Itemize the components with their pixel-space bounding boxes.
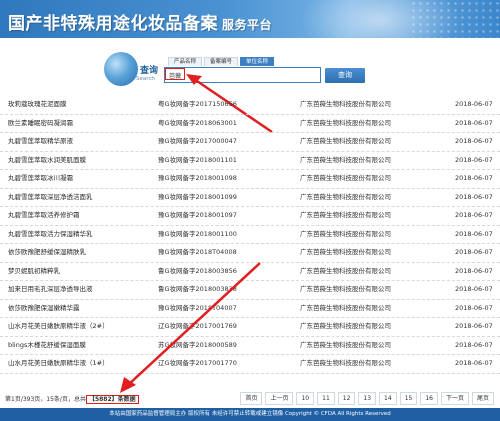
tab-record-number[interactable]: 备案编号 [204, 57, 239, 66]
page-link[interactable]: 下一页 [440, 392, 469, 405]
company-name: 广东芭薇生物科技股份有限公司 [300, 118, 391, 127]
company-name: 广东芭薇生物科技股份有限公司 [300, 285, 391, 293]
company-name: 广东芭薇生物科技股份有限公司 [300, 303, 391, 312]
product-name[interactable]: 欧兰素睡眠密码凝润霜 [8, 115, 148, 133]
table-row[interactable]: 欧兰素睡眠密码凝润霜 粤G妆网备字2018063001 广东芭薇生物科技股份有限公司… [0, 115, 500, 133]
product-name[interactable]: 丸碧雪莲萃取水润美肌面膜 [8, 152, 148, 170]
page-link[interactable]: 12 [337, 392, 356, 405]
record-code: 豫G妆网备字2018001101 [158, 155, 237, 164]
company-name: 广东芭薇生物科技股份有限公司 [300, 359, 391, 367]
product-name[interactable]: 丸碧雪莲萃取冰川凝霜 [8, 170, 148, 188]
record-date: 2018-06-07 [455, 100, 493, 108]
table-row[interactable]: 丸碧雪莲萃取冰川凝霜 豫G妆网备字2018001098 广东芭薇生物科技股份有限公司… [0, 170, 500, 189]
record-code: 豫G妆网备字2017000047 [158, 137, 237, 145]
product-name[interactable]: 玫莉蔻玫瑰花泥面膜 [8, 96, 148, 114]
table-row[interactable]: 丸碧雪莲萃取深层净透洁面乳 豫G妆网备字2018001099 广东芭薇生物科技股份有… [0, 189, 500, 207]
record-code: 豫G妆网备字2018001097 [158, 211, 237, 219]
company-name: 广东芭薇生物科技股份有限公司 [300, 137, 391, 145]
record-code: 豫G妆网备字2018001099 [158, 192, 237, 201]
search-tabs: 产品名称 备案编号 单位名称 [168, 57, 275, 66]
search-label-en: Search [136, 76, 155, 82]
page-link[interactable]: 10 [296, 392, 315, 405]
title-sub: 服务平台 [222, 18, 273, 32]
record-code: 豫G妆网备字2018001098 [158, 174, 237, 182]
pagination-info: 第1页/393页，15条/页，总共 【5882】条数据 [5, 394, 139, 404]
product-name[interactable]: 丸碧雪莲萃取活力保湿精华乳 [8, 226, 148, 244]
record-date: 2018-06-07 [455, 174, 493, 182]
globe-icon [104, 52, 138, 86]
page-link[interactable]: 首页 [240, 392, 263, 405]
company-name: 广东芭薇生物科技股份有限公司 [300, 229, 391, 238]
record-date: 2018-06-07 [455, 118, 493, 127]
record-date: 2018-06-07 [455, 340, 493, 349]
page-link[interactable]: 13 [358, 392, 377, 405]
page-link[interactable]: 14 [379, 392, 397, 405]
table-row[interactable]: 丸碧雪莲萃取活力保湿精华乳 豫G妆网备字2018001100 广东芭薇生物科技股份有… [0, 226, 500, 244]
company-name: 广东芭薇生物科技股份有限公司 [300, 266, 391, 275]
product-name[interactable]: 丸碧雪莲萃取精华原液 [8, 133, 148, 151]
company-name: 广东芭薇生物科技股份有限公司 [300, 174, 391, 182]
company-name: 广东芭薇生物科技股份有限公司 [300, 248, 391, 256]
table-row[interactable]: 玫莉蔻玫瑰花泥面膜 粤G妆网备字2017150656 广东芭薇生物科技股份有限公司 2… [0, 96, 500, 115]
page-link[interactable]: 11 [317, 392, 335, 405]
record-date: 2018-06-07 [455, 266, 493, 275]
company-name: 广东芭薇生物科技股份有限公司 [300, 155, 391, 164]
record-date: 2018-06-07 [455, 229, 493, 238]
company-name: 广东芭薇生物科技股份有限公司 [300, 192, 391, 201]
total-count: 【5882】条数据 [85, 395, 139, 404]
record-code: 粤G妆网备字2017150656 [158, 100, 237, 108]
arrow-annotation-total [120, 262, 261, 393]
record-date: 2018-06-07 [455, 192, 493, 201]
company-name: 广东芭薇生物科技股份有限公司 [300, 211, 391, 219]
record-date: 2018-06-07 [455, 137, 493, 145]
tab-company-name[interactable]: 单位名称 [240, 57, 275, 66]
table-row[interactable]: 丸碧雪莲萃取活养修护霜 豫G妆网备字2018001097 广东芭薇生物科技股份有限公… [0, 207, 500, 226]
record-code: 豫G妆网备字2018001100 [158, 229, 237, 238]
record-date: 2018-06-07 [455, 303, 493, 312]
header-pattern [410, 0, 500, 38]
company-name: 广东芭薇生物科技股份有限公司 [300, 322, 391, 330]
search-label: 查询 [140, 66, 159, 76]
page-link[interactable]: 上一页 [265, 392, 294, 405]
page-link[interactable]: 16 [420, 392, 438, 405]
record-date: 2018-06-07 [455, 322, 493, 330]
product-name[interactable]: 丸碧雪莲萃取深层净透洁面乳 [8, 189, 148, 207]
site-header: 国产非特殊用途化妆品备案 服务平台 [0, 0, 500, 38]
site-footer: 本站由国家药品监督管理局主办 版权所有 未经许可禁止转载或建立镜像 Copyri… [0, 408, 500, 421]
product-name[interactable]: 丸碧雪莲萃取活养修护霜 [8, 207, 148, 225]
title-main: 国产非特殊用途化妆品备案 [8, 14, 218, 34]
page-link[interactable]: 15 [399, 392, 418, 405]
pagination: 第1页/393页，15条/页，总共 【5882】条数据 首页 上一页 10 11 12 13… [0, 390, 500, 408]
record-date: 2018-06-07 [455, 285, 493, 293]
record-date: 2018-06-07 [455, 155, 493, 164]
record-date: 2018-06-07 [455, 248, 493, 256]
page-link[interactable]: 尾页 [471, 392, 494, 405]
page-title: 国产非特殊用途化妆品备案 服务平台 [8, 9, 272, 34]
tab-product-name[interactable]: 产品名称 [168, 57, 203, 66]
record-date: 2018-06-07 [455, 211, 493, 219]
pagination-prefix: 第1页/393页，15条/页，总共 [5, 396, 86, 403]
table-row[interactable]: 丸碧雪莲萃取精华原液 豫G妆网备字2017000047 广东芭薇生物科技股份有限公司… [0, 133, 500, 152]
pagination-links: 首页 上一页 10 11 12 13 14 15 16 下一页 尾页 [240, 392, 494, 405]
company-name: 广东芭薇生物科技股份有限公司 [300, 100, 391, 108]
record-code: 粤G妆网备字2018063001 [158, 118, 237, 127]
record-date: 2018-06-07 [455, 359, 493, 367]
search-button[interactable]: 查询 [325, 68, 365, 83]
table-row[interactable]: 丸碧雪莲萃取水润美肌面膜 豫G妆网备字2018001101 广东芭薇生物科技股份有限… [0, 152, 500, 170]
company-name: 广东芭薇生物科技股份有限公司 [300, 340, 391, 349]
